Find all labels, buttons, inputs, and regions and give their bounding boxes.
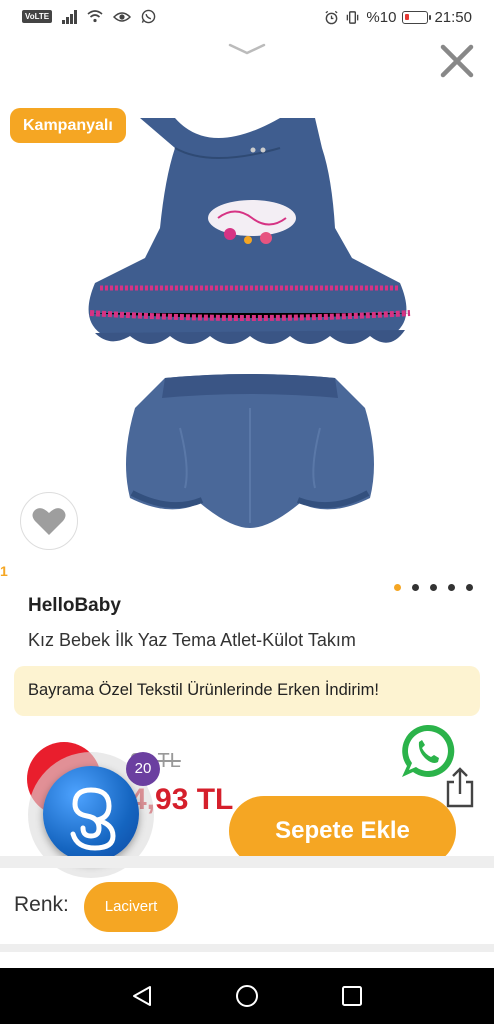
clock: 21:50: [434, 9, 472, 26]
product-image: [88, 118, 411, 528]
pagination-dot[interactable]: [412, 584, 419, 591]
battery-icon: [402, 11, 432, 24]
eye-icon: [113, 11, 132, 22]
pagination-dot[interactable]: [430, 584, 437, 591]
assistant-logo: [43, 766, 139, 862]
pagination-dot[interactable]: [466, 584, 473, 591]
home-icon[interactable]: [235, 984, 259, 1008]
heart-icon: [32, 508, 66, 535]
recent-apps-icon[interactable]: [341, 985, 363, 1007]
status-right: %10 21:50: [324, 9, 472, 26]
signal-icon: [62, 9, 78, 24]
whatsapp-icon: [141, 9, 156, 24]
alarm-icon: [325, 10, 338, 25]
battery-percent: %10: [366, 9, 397, 26]
share-icon[interactable]: [445, 766, 475, 808]
brand-name[interactable]: HelloBaby: [28, 595, 121, 617]
chevron-down-icon[interactable]: [227, 42, 267, 56]
section-divider: [0, 944, 494, 952]
back-icon[interactable]: [130, 984, 154, 1008]
campaign-badge: Kampanyalı: [10, 108, 126, 143]
left-marker: 1: [0, 563, 8, 579]
next-section-peek: [0, 952, 494, 968]
pagination-dot-active[interactable]: [394, 584, 401, 591]
status-bar: VoLTE %10 21:50: [0, 0, 494, 36]
favorite-button[interactable]: [20, 492, 78, 550]
section-divider: [0, 856, 494, 868]
vibrate-icon: [347, 11, 359, 24]
assistant-swirl-icon: [70, 787, 116, 851]
color-label: Renk:: [14, 893, 69, 916]
volte-icon: VoLTE: [22, 10, 53, 23]
image-pagination: [394, 584, 473, 591]
close-icon[interactable]: [438, 42, 476, 80]
pagination-dot[interactable]: [448, 584, 455, 591]
status-left: VoLTE: [22, 9, 156, 24]
assistant-count-badge: 20: [126, 752, 160, 786]
promo-banner[interactable]: Bayrama Özel Tekstil Ürünlerinde Erken İ…: [14, 666, 480, 716]
wifi-icon: [87, 10, 103, 23]
color-option-selected[interactable]: Lacivert: [84, 882, 178, 932]
product-name: Kız Bebek İlk Yaz Tema Atlet-Külot Takım: [28, 630, 356, 650]
